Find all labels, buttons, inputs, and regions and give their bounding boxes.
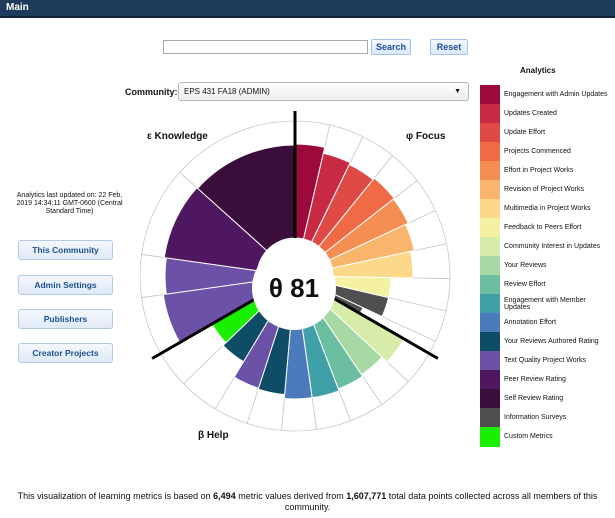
community-selected-value: EPS 431 FA18 (ADMIN) <box>184 87 270 96</box>
legend-swatch <box>480 237 500 257</box>
legend-swatch <box>480 351 500 371</box>
legend-label: Information Surveys <box>504 414 567 422</box>
metric-count: 6,494 <box>213 491 236 501</box>
legend-item: Effort in Project Works <box>480 161 610 181</box>
legend-swatch <box>480 370 500 390</box>
publishers-button[interactable]: Publishers <box>18 309 113 329</box>
legend-item: Your Reviews <box>480 256 610 276</box>
legend-item: Information Surveys <box>480 408 610 428</box>
legend-swatch <box>480 313 500 333</box>
legend-item: Self Review Rating <box>480 389 610 409</box>
legend-label: Update Effort <box>504 129 546 137</box>
page-title: Main <box>6 2 29 13</box>
search-button[interactable]: Search <box>371 39 411 55</box>
legend-label: Self Review Rating <box>504 395 564 403</box>
legend-item: Revision of Project Works <box>480 180 610 200</box>
footer-summary: This visualization of learning metrics i… <box>10 491 605 513</box>
legend-item: Update Effort <box>480 123 610 143</box>
chevron-down-icon: ▼ <box>454 88 461 95</box>
legend-item: Feedback to Peers Effort <box>480 218 610 238</box>
legend-label: Peer Review Rating <box>504 376 566 384</box>
legend-item: Community Interest in Updates <box>480 237 610 257</box>
legend-label: Effort in Project Works <box>504 167 574 175</box>
data-point-count: 1,607,771 <box>346 491 387 501</box>
legend-swatch <box>480 161 500 181</box>
legend-swatch <box>480 275 500 295</box>
legend-swatch <box>480 218 500 238</box>
legend-swatch <box>480 180 500 200</box>
this-community-button[interactable]: This Community <box>18 240 113 260</box>
legend-swatch <box>480 142 500 162</box>
legend-label: Multimedia in Project Works <box>504 205 591 213</box>
legend-item: Engagement with Admin Updates <box>480 85 610 105</box>
legend-swatch <box>480 294 500 314</box>
legend-label: Review Effort <box>504 281 546 289</box>
legend-label: Text Quality Project Works <box>504 357 586 365</box>
legend-label: Engagement with Admin Updates <box>504 91 608 99</box>
community-select[interactable]: EPS 431 FA18 (ADMIN) ▼ <box>178 82 469 101</box>
legend-title: Analytics <box>520 66 556 75</box>
footer-text-middle: metric values derived from <box>235 491 347 501</box>
legend-swatch <box>480 332 500 352</box>
footer-text-before: This visualization of learning metrics i… <box>17 491 214 501</box>
reset-button[interactable]: Reset <box>430 39 468 55</box>
legend-item: Updates Created <box>480 104 610 124</box>
community-label: Community: <box>125 87 178 97</box>
legend-swatch <box>480 408 500 428</box>
legend-item: Review Effort <box>480 275 610 295</box>
legend-label: Community Interest in Updates <box>504 243 601 251</box>
legend-swatch <box>480 427 500 447</box>
knowledge-label: ε Knowledge <box>147 131 208 142</box>
legend-item: Multimedia in Project Works <box>480 199 610 219</box>
legend-label: Custom Metrics <box>504 433 553 441</box>
legend-label: Engagement with Member Updates <box>504 296 586 312</box>
help-label: β Help <box>198 430 229 441</box>
creator-projects-button[interactable]: Creator Projects <box>18 343 113 363</box>
legend-swatch <box>480 199 500 219</box>
legend-label: Projects Commenced <box>504 148 571 156</box>
legend-swatch <box>480 85 500 105</box>
legend-item: Projects Commenced <box>480 142 610 162</box>
search-input[interactable] <box>163 40 368 54</box>
legend-label: Feedback to Peers Effort <box>504 224 582 232</box>
legend-item: Text Quality Project Works <box>480 351 610 371</box>
legend-label: Your Reviews Authored Rating <box>504 338 599 346</box>
legend-swatch <box>480 123 500 143</box>
admin-settings-button[interactable]: Admin Settings <box>18 275 113 295</box>
legend-item: Custom Metrics <box>480 427 610 447</box>
legend-swatch <box>480 256 500 276</box>
legend-item: Peer Review Rating <box>480 370 610 390</box>
legend-item: Annotation Effort <box>480 313 610 333</box>
legend-label: Your Reviews <box>504 262 547 270</box>
legend-label: Updates Created <box>504 110 557 118</box>
top-bar: Main <box>0 0 615 18</box>
overall-score: θ 81 <box>252 246 336 330</box>
legend-label: Revision of Project Works <box>504 186 585 194</box>
focus-label: φ Focus <box>406 131 446 142</box>
analytics-updated-text: Analytics last updated on: 22 Feb, 2019 … <box>16 192 123 215</box>
legend-item: Engagement with Member Updates <box>480 294 610 314</box>
legend-swatch <box>480 389 500 409</box>
legend-item: Your Reviews Authored Rating <box>480 332 610 352</box>
legend-swatch <box>480 104 500 124</box>
legend-label: Annotation Effort <box>504 319 557 327</box>
